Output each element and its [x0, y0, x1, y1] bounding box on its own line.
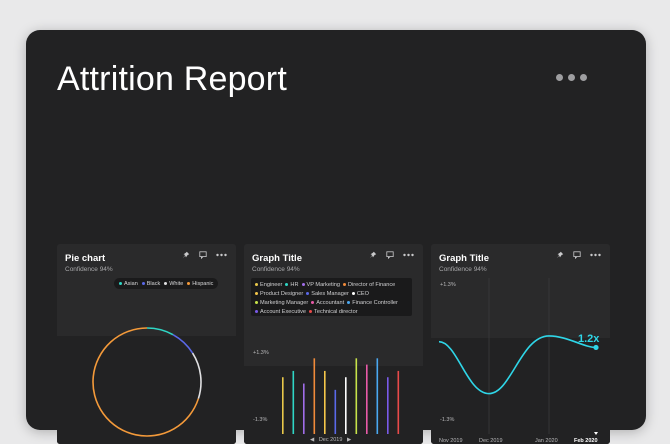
pie-slice-asian[interactable] — [146, 327, 174, 336]
page-title: Attrition Report — [57, 60, 287, 98]
more-options-icon[interactable] — [556, 74, 587, 81]
x-tick-label: Nov 2019 — [439, 438, 463, 444]
bar[interactable] — [387, 377, 389, 434]
next-arrow-icon[interactable]: ▶ — [347, 437, 351, 443]
bar[interactable] — [303, 383, 305, 434]
value-badge: 1.2x — [578, 333, 600, 345]
bar[interactable] — [397, 370, 400, 434]
pie-slice-black[interactable] — [172, 333, 194, 354]
bar[interactable] — [334, 389, 337, 434]
x-tick-label: Dec 2019 — [479, 438, 503, 444]
x-axis-label: Dec 2019 — [318, 437, 343, 443]
pie-slice-hispanic[interactable] — [92, 327, 200, 437]
bar-chart — [282, 358, 400, 434]
x-tick-label-active: Feb 2020 — [574, 438, 598, 444]
bar[interactable] — [313, 358, 316, 434]
bar[interactable] — [366, 364, 368, 434]
x-axis-nav: ◀ Dec 2019 ▶ — [310, 437, 351, 443]
bar[interactable] — [355, 358, 358, 434]
line-series[interactable] — [438, 335, 597, 395]
pie-chart-card: Pie chart Confidence 94% Asian Black Whi… — [57, 244, 236, 444]
bar-chart-card: Graph Title Confidence 94% Engineer HR VP … — [244, 244, 423, 444]
bar[interactable] — [324, 370, 326, 434]
prev-arrow-icon[interactable]: ◀ — [310, 437, 314, 443]
pie-chart — [92, 327, 202, 437]
pie-slice-white[interactable] — [191, 352, 202, 399]
app-window: Attrition Report Pie chart Confidence 94… — [26, 30, 646, 444]
x-tick-label: Jan 2020 — [535, 438, 558, 444]
bar[interactable] — [376, 358, 379, 434]
line-endpoint[interactable] — [593, 344, 599, 351]
bar[interactable] — [282, 377, 284, 434]
bar[interactable] — [292, 370, 295, 434]
bar[interactable] — [345, 377, 347, 434]
x-axis-marker — [594, 432, 598, 435]
line-chart-card: Graph Title Confidence 94% +1.3% -1.3% 1… — [431, 244, 610, 444]
